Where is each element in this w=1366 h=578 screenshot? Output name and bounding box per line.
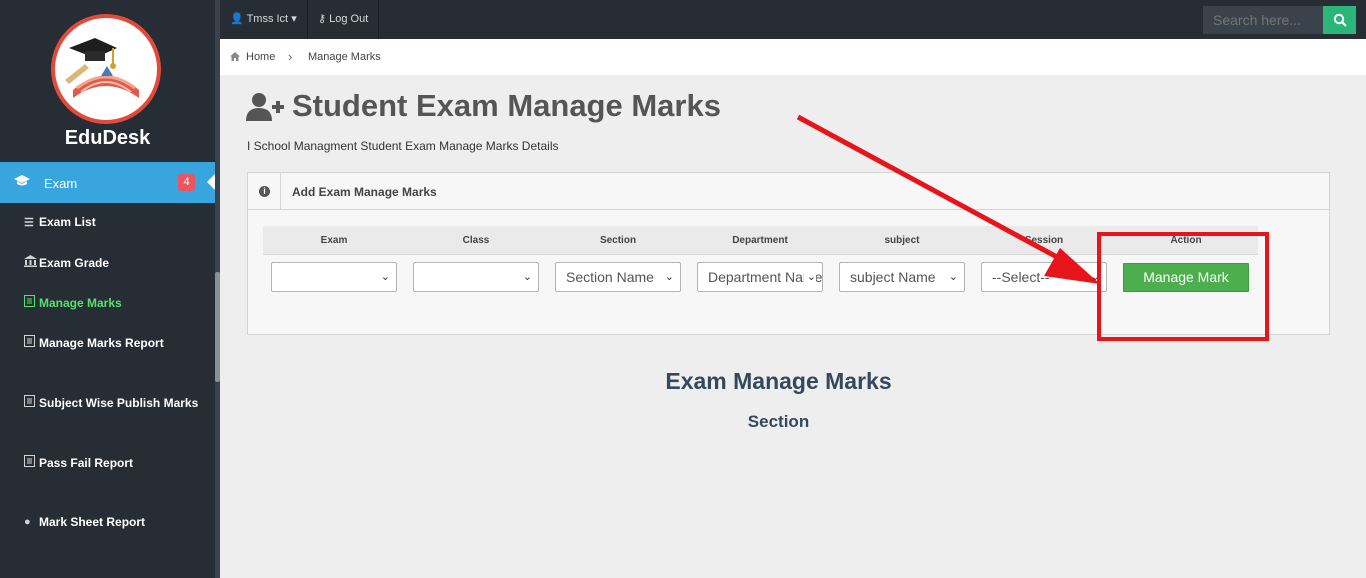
user-menu-button[interactable]: 👤 Tmss Ict ▾ [220,0,308,39]
count-badge: 4 [178,174,195,191]
sidebar-item-exam-list[interactable]: ☰ Exam List [24,215,96,229]
sidebar-item-mark-sheet-report[interactable]: ● Mark Sheet Report [24,515,145,529]
chevron-down-icon: ⌄ [661,263,674,291]
exam-select[interactable]: ⌄ [271,262,397,292]
column-header-department: Department [732,235,788,246]
breadcrumb-current: Manage Marks [308,51,381,63]
sidebar-item-exam-grade[interactable]: Exam Grade [24,255,109,270]
graduation-cap-icon [14,175,30,190]
sidebar-item-subject-wise-publish-marks[interactable]: Subject Wise Publish Marks [24,395,198,410]
column-header-session: Session [1024,235,1064,246]
page-subtitle: I School Managment Student Exam Manage M… [247,139,559,153]
chevron-down-icon: ⌄ [803,263,816,291]
info-icon-cell: i [248,173,281,210]
panel-header: i Add Exam Manage Marks [248,173,1329,210]
school-logo [51,14,161,124]
active-indicator [207,174,215,190]
document-icon [24,335,37,350]
session-select[interactable]: --Select-- ⌄ [981,262,1107,292]
sidebar-item-manage-marks[interactable]: Manage Marks [24,295,122,310]
user-plus-icon [246,92,286,122]
breadcrumb: Home › Manage Marks [220,39,1366,75]
sidebar-item-exam[interactable]: Exam 4 [0,162,215,203]
panel-title: Add Exam Manage Marks [292,185,437,199]
results-subtitle: Section [747,412,810,431]
sidebar-scrollbar-thumb[interactable] [215,272,220,382]
page-title: Student Exam Manage Marks [292,88,721,123]
sidebar-item-pass-fail-report[interactable]: Pass Fail Report [24,455,133,470]
institution-icon [24,255,37,270]
search-icon [1333,13,1347,31]
column-header-subject: subject [884,235,920,246]
column-header-section: Section [599,235,637,246]
logout-button[interactable]: ⚷ Log Out [308,0,380,39]
chevron-right-icon: › [288,49,293,64]
info-icon: i [259,186,270,197]
column-header-exam: Exam [320,235,348,246]
document-icon [24,295,37,310]
document-icon [24,395,37,410]
chevron-down-icon: ⌄ [945,263,958,291]
list-icon: ☰ [24,216,34,229]
search-input[interactable] [1203,6,1323,34]
chevron-down-icon: ⌄ [377,263,390,291]
key-icon: ⚷ [318,13,327,25]
subject-select[interactable]: subject Name ⌄ [839,262,965,292]
sidebar: EduDesk Exam 4 ☰ Exam List Exam Grade Ma… [0,0,220,578]
chevron-down-icon: ⌄ [519,263,532,291]
caret-down-icon: ▾ [291,13,297,25]
search-button[interactable] [1323,6,1356,34]
user-icon: 👤 [230,13,244,25]
results-title: Exam Manage Marks [665,368,892,394]
sidebar-item-manage-marks-report[interactable]: Manage Marks Report [24,335,164,350]
home-icon [230,52,240,61]
brand-name: EduDesk [64,127,151,149]
class-select[interactable]: ⌄ [413,262,539,292]
sidebar-item-label: Exam [44,176,78,191]
circle-icon: ● [24,516,31,528]
document-icon [24,455,37,470]
highlight-box-annotation [1097,232,1269,341]
breadcrumb-home-link[interactable]: Home [246,51,275,63]
department-select[interactable]: Department Name ⌄ [697,262,823,292]
section-select[interactable]: Section Name ⌄ [555,262,681,292]
column-header-class: Class [462,235,490,246]
top-navbar: 👤 Tmss Ict ▾ ⚷ Log Out [220,0,1366,39]
